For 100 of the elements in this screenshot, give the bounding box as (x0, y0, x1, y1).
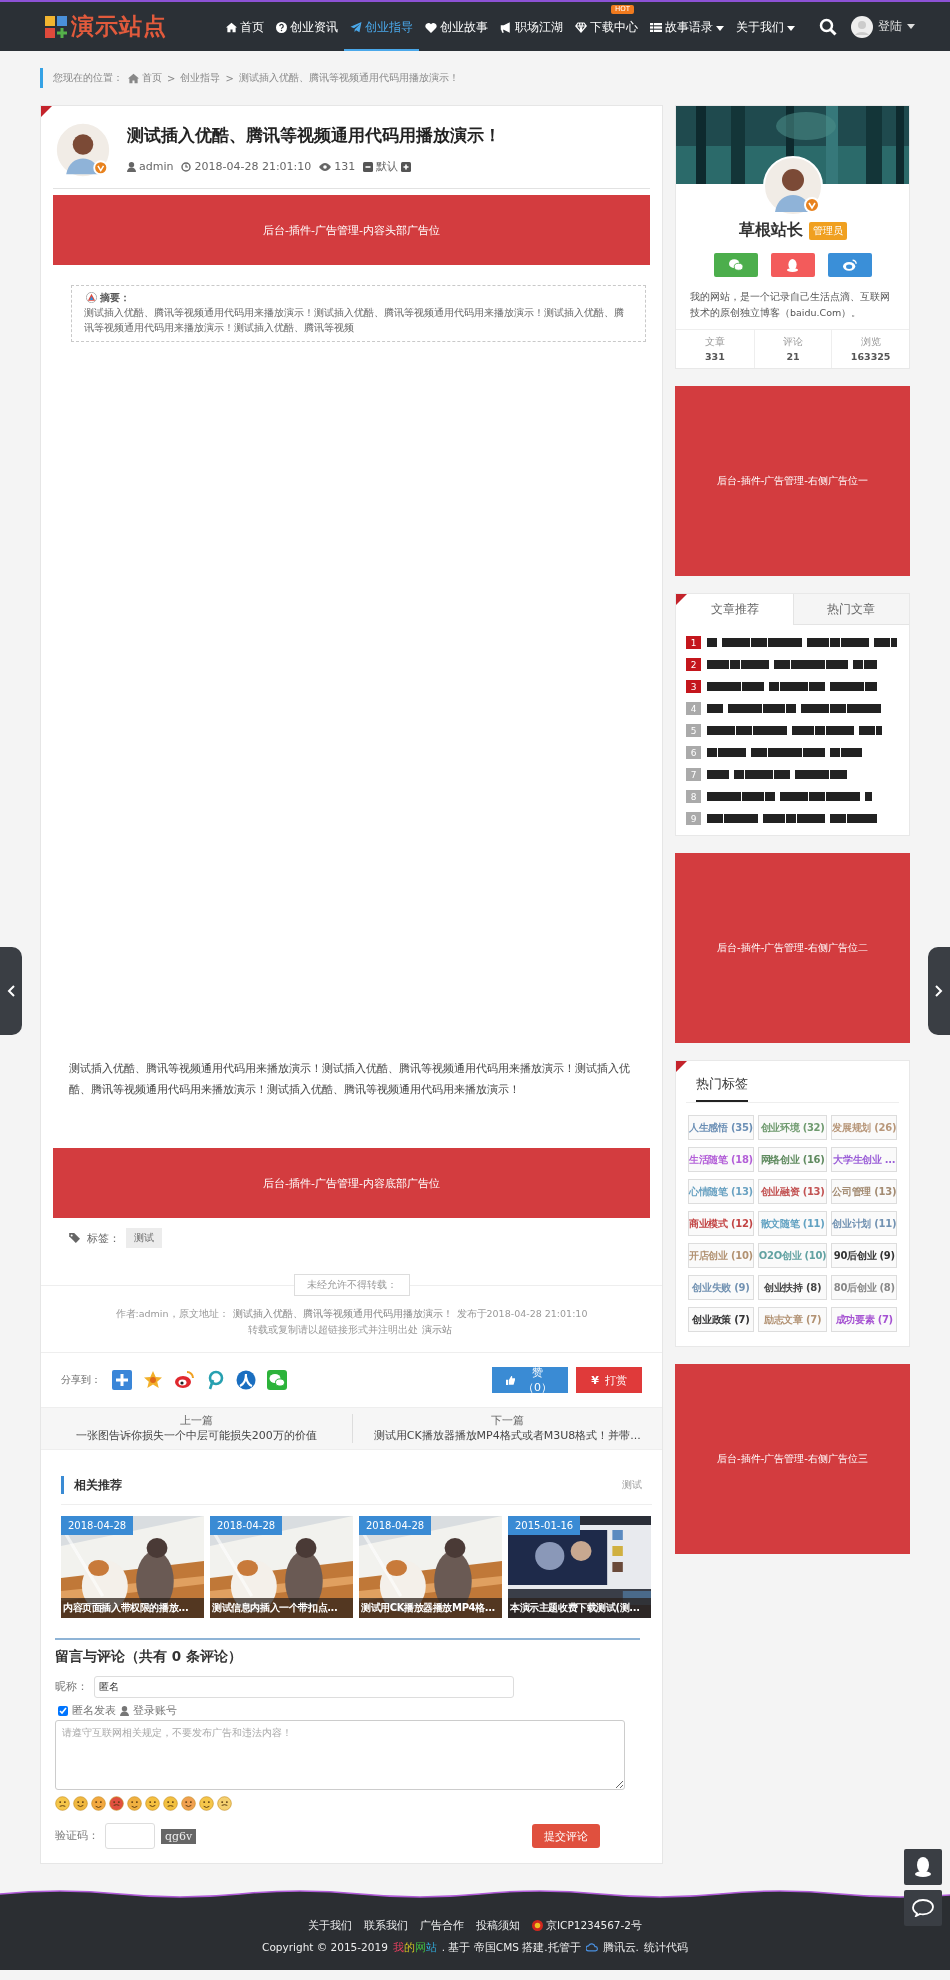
tag-chip[interactable]: 创业环境 (32) (757, 1115, 828, 1140)
post-date-badge: 2018-04-28 (210, 1516, 283, 1535)
breadcrumb-link[interactable]: 创业指导 (180, 71, 221, 85)
breadcrumb-label: 您现在的位置： (53, 71, 123, 85)
stats-link[interactable]: 统计代码 (643, 1936, 688, 1958)
tag-chip[interactable]: 成功要素 (7) (831, 1307, 898, 1332)
emoji-icon[interactable] (163, 1796, 178, 1811)
nav-tab[interactable]: 首页 (220, 16, 270, 51)
nav-tab[interactable]: 创业指导 (344, 16, 419, 51)
icp-link[interactable]: 京ICP1234567-2号 (546, 1914, 642, 1936)
weibo-button[interactable] (827, 253, 872, 277)
breadcrumb-link[interactable]: 首页 (128, 71, 162, 85)
nav-tab[interactable]: 故事语录 (644, 16, 730, 51)
footer-link[interactable]: 投稿须知 (476, 1914, 520, 1936)
tag-chip[interactable]: 测试 (126, 1228, 162, 1248)
avatar-icon (762, 156, 823, 216)
tag-chip[interactable]: 开店创业 (10) (688, 1243, 754, 1268)
renren-icon[interactable] (236, 1370, 256, 1390)
nav-tab[interactable]: 关于我们 (730, 16, 801, 51)
tag-chip[interactable]: 创业政策 (7) (688, 1307, 754, 1332)
related-post-card[interactable]: 2018-04-28 内容页面插入带权限的播放... (61, 1516, 204, 1618)
tag-chip[interactable]: 创业计划 (11) (831, 1211, 898, 1236)
site-link[interactable]: 演示站 (421, 1324, 452, 1335)
stat-label: 文章 (703, 336, 726, 349)
emoji-icon[interactable] (91, 1796, 106, 1811)
next-arrow-button[interactable] (928, 947, 950, 1035)
captcha-code: qg6v (161, 1828, 197, 1844)
tag-chip[interactable]: 散文随笔 (11) (757, 1211, 828, 1236)
wechat-icon[interactable] (267, 1370, 287, 1390)
anonymous-checkbox[interactable] (58, 1706, 68, 1716)
rank-number: 6 (686, 746, 701, 759)
wechat-button[interactable] (713, 253, 758, 277)
home-icon (226, 22, 237, 33)
login-link[interactable]: 登录账号 (133, 1704, 177, 1718)
nav-tab[interactable]: 职场江湖 (494, 16, 569, 51)
related-post-card[interactable]: 2018-04-28 测试信息内插入一个带扣点... (210, 1516, 353, 1618)
footer-link[interactable]: 联系我们 (364, 1914, 408, 1936)
captcha-field[interactable] (105, 1823, 155, 1849)
ad-text: 后台-插件-广告管理-右侧广告位三 (717, 1452, 868, 1466)
emoji-icon[interactable] (145, 1796, 160, 1811)
tag-chip[interactable]: 心情随笔 (13) (688, 1179, 754, 1204)
tag-chip[interactable]: 商业模式 (12) (688, 1211, 754, 1236)
sidebar-tab[interactable]: 热门文章 (792, 594, 909, 625)
nickname-field[interactable]: 匿名 (94, 1676, 514, 1698)
avatar-icon (55, 122, 111, 178)
login-menu[interactable]: 登陆 (851, 15, 915, 38)
heart-icon (425, 22, 437, 33)
anonymous-label: 匿名发表 (72, 1704, 116, 1718)
tag-chip[interactable]: 90后创业 (9) (831, 1243, 898, 1268)
tag-chip[interactable]: 公司管理 (13) (831, 1179, 898, 1204)
footer-link[interactable]: 关于我们 (308, 1914, 352, 1936)
stat-value: 163325 (849, 351, 892, 362)
tag-chip[interactable]: 创业融资 (13) (757, 1179, 828, 1204)
nav-tab[interactable]: 创业资讯 (270, 16, 344, 51)
footer-link[interactable]: 广告合作 (420, 1914, 464, 1936)
comment-textarea[interactable]: 请遵守互联网相关规定，不要发布广告和违法内容！ (55, 1720, 625, 1790)
summary-text: 测试插入优酷、腾讯等视频通用代码用来播放演示！测试插入优酷、腾讯等视频通用代码用来播放演示！测试插入优酷、腾讯等视频通用代码用来播放演示！测试插入优酷、腾讯等视频 (84, 306, 625, 335)
host-link[interactable]: 腾讯云. (602, 1936, 639, 1958)
rank-number: 3 (686, 680, 701, 693)
chat-float-button[interactable] (904, 1890, 942, 1926)
emoji-icon[interactable] (73, 1796, 88, 1811)
reward-button[interactable]: ¥ 打赏 (576, 1367, 642, 1393)
nav-tab[interactable]: 创业故事 (419, 16, 494, 51)
related-post-card[interactable]: 2015-01-16 本演示主题收费下载测试(测... (508, 1516, 651, 1618)
qq-button[interactable] (770, 253, 815, 277)
emoji-icon[interactable] (181, 1796, 196, 1811)
breadcrumb-link[interactable]: 测试插入优酷、腾讯等视频通用代码用播放演示！ (238, 71, 459, 85)
article-title: 测试插入优酷、腾讯等视频通用代码用播放演示！ (127, 124, 501, 147)
logo-squares-icon (45, 15, 67, 38)
source-link[interactable]: 测试插入优酷、腾讯等视频通用代码用播放演示！ (232, 1308, 453, 1319)
tag-chip[interactable]: 人生感悟 (35) (688, 1115, 754, 1140)
tag-chip[interactable]: 励志文章 (7) (757, 1307, 828, 1332)
tag-chip[interactable]: 80后创业 (8) (831, 1275, 898, 1300)
previous-post-link[interactable]: 一张图告诉你损失一个中层可能损失200万的价值 (75, 1428, 317, 1443)
tag-chip[interactable]: 创业扶持 (8) (757, 1275, 828, 1300)
site-logo[interactable]: 演示站点 (45, 11, 220, 42)
tag-chip[interactable]: O2O创业 (10) (757, 1243, 828, 1268)
previous-label: 上一篇 (179, 1414, 213, 1428)
emoji-icon[interactable] (127, 1796, 142, 1811)
next-post-link[interactable]: 测试用CK播放器播放MP4格式或者M3U8格式！并带... (373, 1428, 641, 1443)
emoji-icon[interactable] (199, 1796, 214, 1811)
emoji-icon[interactable] (55, 1796, 70, 1811)
submit-button[interactable]: 提交评论 (532, 1824, 600, 1848)
weibo-icon[interactable] (174, 1370, 194, 1390)
nav-tab[interactable]: 下载中心 (569, 16, 644, 51)
tag-chip[interactable]: 网络创业 (16) (757, 1147, 828, 1172)
tag-chip[interactable]: 生活随笔 (18) (688, 1147, 754, 1172)
star-icon[interactable] (143, 1370, 163, 1390)
previous-arrow-button[interactable] (0, 947, 22, 1035)
share-plus-icon[interactable] (112, 1370, 132, 1390)
font-larger-icon (401, 161, 412, 172)
tag-chip[interactable]: 创业失败 (9) (688, 1275, 754, 1300)
tag-chip[interactable]: 大学生创业 ... (831, 1147, 898, 1172)
like-button[interactable]: 赞（0） (492, 1367, 568, 1393)
emoji-icon[interactable] (109, 1796, 124, 1811)
more-link[interactable]: 测试 (622, 1478, 642, 1492)
qq-float-button[interactable] (904, 1849, 942, 1885)
related-post-card[interactable]: 2018-04-28 测试用CK播放器播放MP4格... (359, 1516, 502, 1618)
caret-icon (907, 24, 915, 29)
emoji-icon[interactable] (217, 1796, 232, 1811)
